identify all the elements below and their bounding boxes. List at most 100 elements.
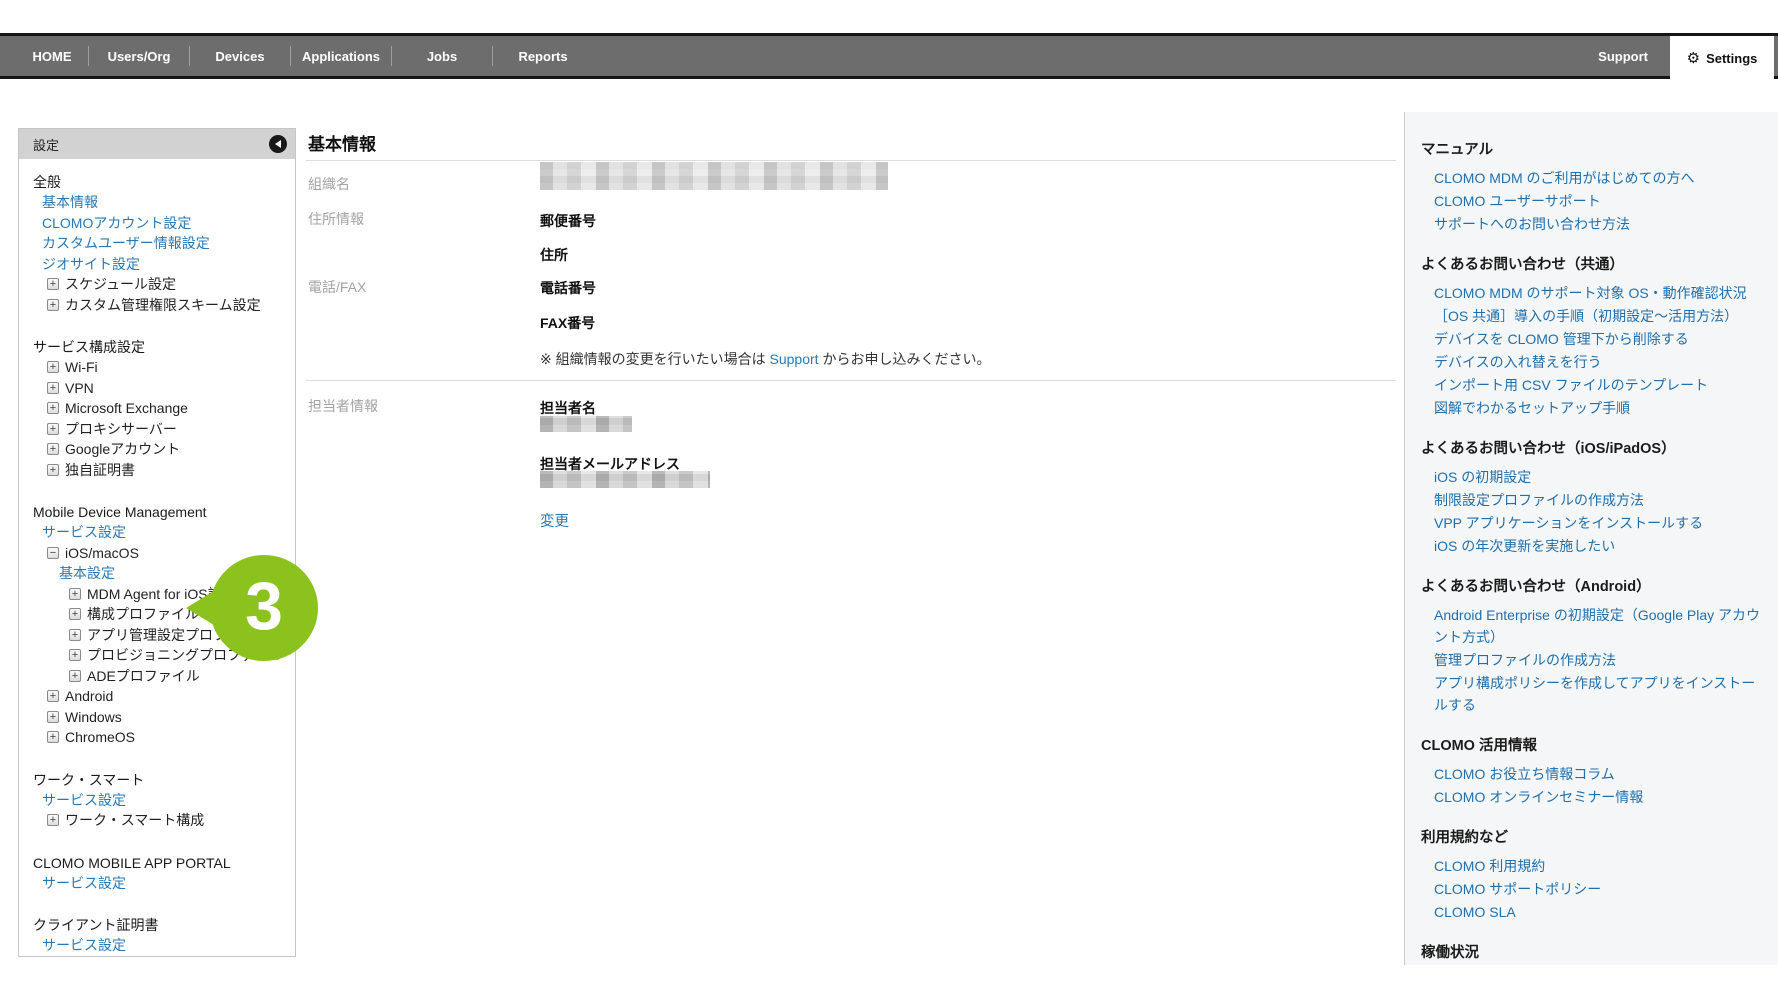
sidebar-tree-item[interactable]: +カスタム管理権限スキーム設定 [19,295,295,316]
help-link[interactable]: CLOMO お役立ち情報コラム [1421,763,1762,785]
sidebar-link[interactable]: サービス設定 [19,790,295,811]
divider [306,160,1396,161]
help-link[interactable]: iOS の初期設定 [1421,466,1762,488]
expand-node-icon[interactable]: + [69,608,81,620]
sidebar-link[interactable]: カスタムユーザー情報設定 [19,233,295,254]
help-link[interactable]: 制限設定プロファイルの作成方法 [1421,489,1762,511]
help-link[interactable]: インポート用 CSV ファイルのテンプレート [1421,374,1762,396]
sidebar-tree-item[interactable]: +Android [19,686,295,707]
sidebar-tree-item[interactable]: +ADEプロファイル [19,666,295,687]
expand-node-icon[interactable]: + [47,731,59,743]
help-link[interactable]: CLOMO サポートポリシー [1421,878,1762,900]
sidebar-item-label: Windows [65,707,122,728]
sidebar-link[interactable]: CLOMOアカウント設定 [19,213,295,234]
sidebar-tree-item[interactable]: +プロキシサーバー [19,419,295,440]
help-link[interactable]: 管理プロファイルの作成方法 [1421,649,1762,671]
expand-node-icon[interactable]: + [47,443,59,455]
top-navbar: HOME Users/Org Devices Applications Jobs… [0,33,1778,79]
sidebar-link[interactable]: サービス設定 [19,873,295,894]
expand-node-icon[interactable]: + [47,423,59,435]
help-link[interactable]: デバイスの入れ替えを行う [1421,351,1762,373]
expand-node-icon[interactable]: + [69,670,81,682]
sidebar-collapse-button[interactable] [269,135,287,153]
sidebar-link[interactable]: ジオサイト設定 [19,254,295,275]
expand-node-icon[interactable]: + [47,361,59,373]
help-link[interactable]: VPP アプリケーションをインストールする [1421,512,1762,534]
sidebar-tree-item[interactable]: +Googleアカウント [19,439,295,460]
nav-item-users-org[interactable]: Users/Org [89,49,189,64]
sidebar-link[interactable]: サードパーティデバイス証明書 [19,956,295,958]
page-title: 基本情報 [308,130,376,155]
sidebar-link[interactable]: サービス設定 [19,935,295,956]
contact-email-redacted-value [540,471,710,488]
expand-node-icon[interactable]: + [47,299,59,311]
expand-node-icon[interactable]: + [47,402,59,414]
help-link[interactable]: CLOMO MDM のサポート対象 OS・動作確認状況 [1421,282,1762,304]
nav-item-reports[interactable]: Reports [493,49,593,64]
expand-node-icon[interactable]: + [47,464,59,476]
sidebar-item-label: スケジュール設定 [65,274,176,295]
expand-node-icon[interactable]: + [47,711,59,723]
help-link[interactable]: サポートへのお問い合わせ方法 [1421,213,1762,235]
tab-settings[interactable]: ⚙ Settings [1670,36,1774,80]
sidebar-link[interactable]: 基本情報 [19,192,295,213]
sidebar-tree-item[interactable]: + Wi-Fi [19,357,295,378]
help-link[interactable]: デバイスを CLOMO 管理下から削除する [1421,328,1762,350]
help-link[interactable]: CLOMO SLA [1421,901,1762,923]
expand-node-icon[interactable]: + [69,629,81,641]
chevron-left-icon [275,140,281,148]
sidebar-tree-item[interactable]: +ワーク・スマート構成 [19,810,295,831]
help-link[interactable]: Android Enterprise の初期設定（Google Play アカウ… [1421,604,1762,648]
nav-item-devices[interactable]: Devices [190,49,290,64]
nav-item-jobs[interactable]: Jobs [392,49,492,64]
sidebar-tree-item[interactable]: +ChromeOS [19,727,295,748]
sidebar-group: サービス構成設定+Wi-Fi+VPN+Microsoft Exchange+プロ… [19,337,295,480]
sidebar-item-label: ジオサイト設定 [42,254,140,275]
nav-item-applications[interactable]: Applications [291,49,391,64]
sidebar-tree-item[interactable]: + スケジュール設定 [19,274,295,295]
sidebar-tree-item[interactable]: +独自証明書 [19,460,295,481]
help-section: マニュアル CLOMO MDM のご利用がはじめての方へCLOMO ユーザーサポー… [1421,140,1762,235]
sidebar-item-label: カスタムユーザー情報設定 [42,233,210,254]
help-link[interactable]: CLOMO オンラインセミナー情報 [1421,786,1762,808]
gear-icon: ⚙ [1687,51,1700,66]
help-section-heading: よくあるお問い合わせ（iOS/iPadOS） [1421,439,1762,459]
address-label: 住所 [540,245,568,265]
nav-item-support[interactable]: Support [1598,49,1648,64]
sidebar-item-label: 基本設定 [59,563,115,584]
expand-node-icon[interactable]: + [69,588,81,600]
help-link[interactable]: 図解でわかるセットアップ手順 [1421,397,1762,419]
sidebar-tree-item[interactable]: + Windows [19,707,295,728]
help-link[interactable]: アプリ構成ポリシーを作成してアプリをインストールする [1421,672,1762,716]
sidebar-title: 設定 [33,135,59,154]
expand-node-icon[interactable]: + [47,690,59,702]
nav-item-home[interactable]: HOME [16,49,88,64]
help-link[interactable]: CLOMO 利用規約 [1421,855,1762,877]
help-link[interactable]: CLOMO MDM のご利用がはじめての方へ [1421,167,1762,189]
help-section: よくあるお問い合わせ（iOS/iPadOS） iOS の初期設定制限設定プロファイ… [1421,439,1762,557]
expand-node-icon[interactable]: + [69,649,81,661]
sidebar-group: CLOMO MOBILE APP PORTALサービス設定 [19,853,295,894]
help-section-heading: マニュアル [1421,140,1762,160]
help-link[interactable]: iOS の年次更新を実施したい [1421,535,1762,557]
sidebar-item-label: Wi-Fi [65,357,98,378]
sidebar-item-label: VPN [65,378,94,399]
sidebar-tree-item[interactable]: +Microsoft Exchange [19,398,295,419]
help-link[interactable]: ［OS 共通］導入の手順（初期設定〜活用方法） [1421,305,1762,327]
step-annotation-number: 3 [245,567,283,645]
sidebar-item-label: サードパーティデバイス証明書 [42,956,237,958]
settings-sidebar: 設定 全般基本情報CLOMOアカウント設定カスタムユーザー情報設定ジオサイト設定… [18,128,296,957]
org-name-redacted-value [540,162,888,190]
collapse-node-icon[interactable]: − [47,547,59,559]
change-link[interactable]: 変更 [540,510,569,531]
expand-node-icon[interactable]: + [47,278,59,290]
contact-name-redacted-value [540,416,632,432]
expand-node-icon[interactable]: + [47,382,59,394]
sidebar-link[interactable]: サービス設定 [19,522,295,543]
nav-left: HOME Users/Org Devices Applications Jobs… [0,36,1778,76]
expand-node-icon[interactable]: + [47,814,59,826]
help-link[interactable]: CLOMO ユーザーサポート [1421,190,1762,212]
support-link[interactable]: Support [770,351,819,367]
phone-number-label: 電話番号 [540,278,596,298]
sidebar-tree-item[interactable]: + VPN [19,378,295,399]
